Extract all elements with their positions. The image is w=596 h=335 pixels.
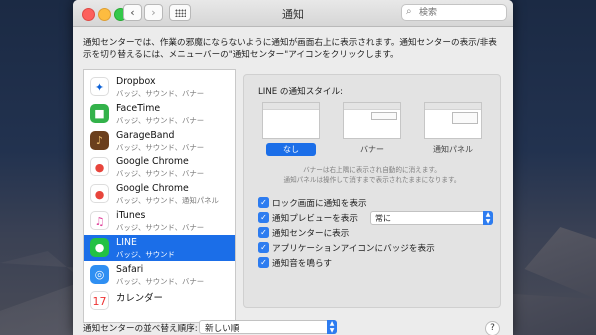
style-note: バナーは右上隅に表示され自動的に消えます。 通知パネルは操作して消すまで表示され… [244,165,500,185]
app-list-item-garageband[interactable]: ♪ GarageBand バッジ、サウンド、バナー [84,128,235,154]
updown-arrows-icon: ▲ ▼ [483,211,493,225]
app-name: iTunes [116,210,146,221]
search-input[interactable] [419,6,503,19]
notification-detail-panel: LINE の通知スタイル: なし バナー 通知パネル バナーは右上隅に表示され自… [243,74,501,308]
app-notification-summary: バッジ、サウンド、バナー [116,89,205,98]
style-label: LINE の通知スタイル: [258,87,343,97]
checkbox-checked-icon[interactable]: ✓ [258,212,269,223]
safari-icon: ◎ [90,264,109,284]
magnifier-icon: ⌕ [406,6,412,17]
badge-option-label: アプリケーションアイコンにバッジを表示 [272,244,435,254]
notifications-preferences-window: ‹ › 通知 ⌕ 通知センターでは、作業の邪魔にならないように通知が画面右上に表… [73,0,513,335]
style-note-line-2: 通知パネルは操作して消すまで表示されたままになります。 [283,176,461,184]
app-list-item-itunes[interactable]: ♫ iTunes バッジ、サウンド、バナー [84,208,235,234]
app-name: カレンダー [116,293,163,305]
style-none-label[interactable]: なし [266,143,316,156]
app-name: GarageBand [116,129,175,141]
app-list-item-google-chrome[interactable]: ● Google Chrome バッジ、サウンド、通知パネル [84,181,235,207]
style-note-line-1: バナーは右上隅に表示され自動的に消えます。 [303,166,441,174]
preview-option-label: 通知プレビューを表示 [272,214,358,224]
app-notification-summary: バッジ、サウンド、通知パネル [116,196,219,206]
lockscreen-option-label: ロック画面に通知を表示 [272,199,367,209]
app-notification-summary: バッジ、サウンド、バナー [116,142,205,152]
help-button[interactable]: ? [485,321,500,335]
search-field[interactable]: ⌕ [401,4,507,21]
app-notification-summary: バッジ、サウンド、バナー [116,276,205,286]
sort-order-popup[interactable]: 新しい順 ▲ ▼ [199,320,337,334]
app-notification-summary: バッジ、サウンド、バナー [116,223,205,232]
show-in-center-option-label: 通知センターに表示 [272,229,350,239]
preview-popup[interactable]: 常に ▲ ▼ [370,211,493,225]
line-icon: ● [90,237,109,257]
app-name: Dropbox [116,76,156,87]
description-text: 通知センターでは、作業の邪魔にならないように通知が画面右上に表示されます。通知セ… [83,38,497,60]
app-name: LINE [116,236,137,248]
app-list-item-google-chrome[interactable]: ● Google Chrome バッジ、サウンド、バナー [84,154,235,180]
facetime-icon: ■ [90,103,109,123]
app-list-item-line[interactable]: ● LINE バッジ、サウンド [84,234,235,261]
chrome-icon: ● [90,184,109,204]
app-name: FaceTime [116,102,161,114]
title-bar: ‹ › 通知 ⌕ [73,0,513,27]
style-banner-label[interactable]: バナー [343,143,401,156]
app-list[interactable]: ✦ Dropbox バッジ、サウンド、バナー ■ FaceTime バッジ、サウンド、バナ… [83,69,236,323]
app-name: Safari [116,263,144,275]
app-list-item-カレンダー[interactable]: 17 カレンダー [84,288,235,314]
sort-order-value: 新しい順 [205,324,240,334]
style-none-thumbnail[interactable] [262,102,320,139]
app-notification-summary: バッジ、サウンド、バナー [116,115,205,125]
checkbox-checked-icon[interactable]: ✓ [258,242,269,253]
dropbox-icon: ✦ [90,77,109,96]
checkbox-checked-icon[interactable]: ✓ [258,197,269,208]
updown-arrows-icon: ▲ ▼ [327,320,337,334]
garageband-icon: ♪ [90,130,109,150]
sort-order-label: 通知センターの並べ替え順序: [83,324,198,334]
itunes-icon: ♫ [90,211,109,230]
app-list-item-safari[interactable]: ◎ Safari バッジ、サウンド、バナー [84,262,235,288]
app-name: Google Chrome [116,156,189,168]
style-panel-label[interactable]: 通知パネル [424,143,482,156]
style-banner-thumbnail[interactable] [343,102,401,139]
app-name: Google Chrome [116,183,189,195]
style-panel-thumbnail[interactable] [424,102,482,139]
sound-option-label: 通知音を鳴らす [272,259,332,269]
checkbox-checked-icon[interactable]: ✓ [258,227,269,238]
app-list-item-dropbox[interactable]: ✦ Dropbox バッジ、サウンド、バナー [84,74,235,100]
preview-popup-value: 常に [375,214,391,223]
chrome-icon: ● [90,157,109,177]
app-notification-summary: バッジ、サウンド [116,249,175,259]
checkbox-checked-icon[interactable]: ✓ [258,257,269,268]
app-list-item-facetime[interactable]: ■ FaceTime バッジ、サウンド、バナー [84,101,235,127]
app-notification-summary: バッジ、サウンド、バナー [116,169,205,179]
calendar-icon: 17 [90,291,109,311]
